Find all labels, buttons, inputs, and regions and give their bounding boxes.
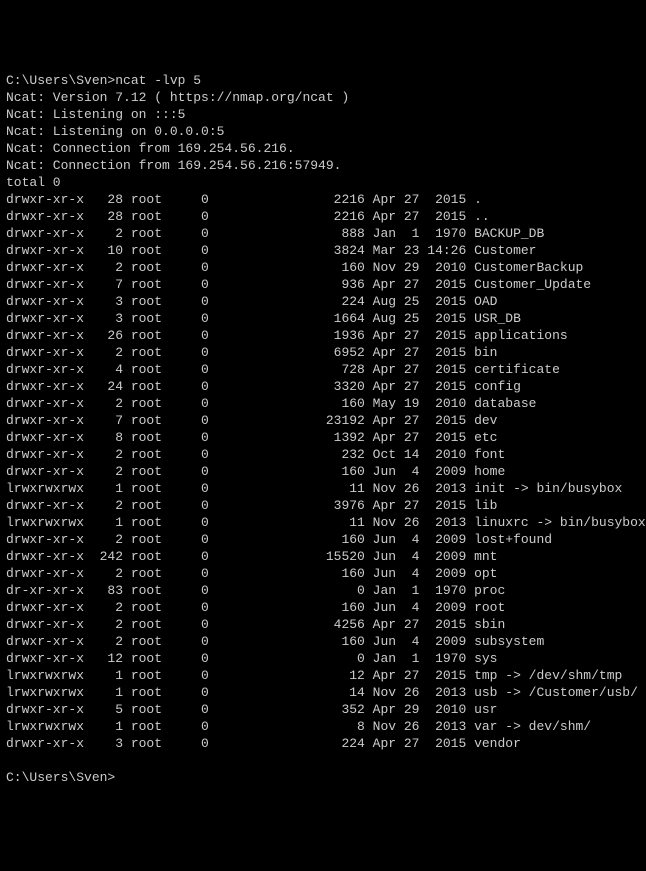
terminal-output: C:\Users\Sven>ncat -lvp 5 Ncat: Version … (6, 72, 640, 786)
